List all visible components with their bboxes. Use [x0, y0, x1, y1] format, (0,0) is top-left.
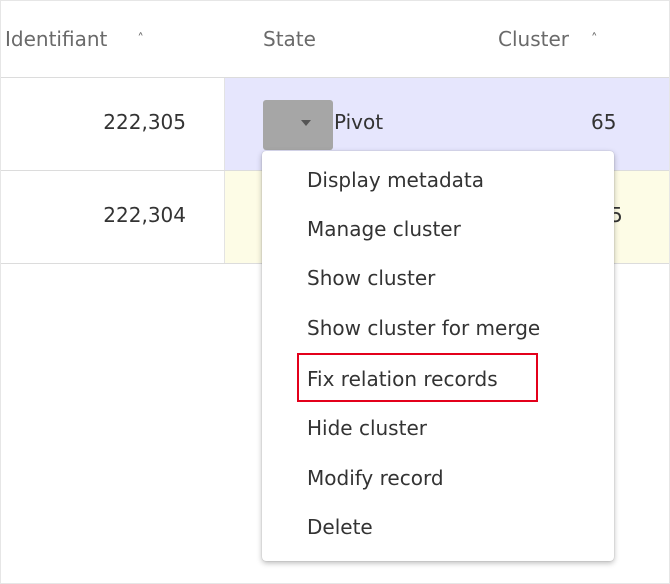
- menu-item-modify-record[interactable]: Modify record: [307, 465, 444, 491]
- state-dropdown-button[interactable]: [263, 100, 333, 150]
- menu-item-show-cluster[interactable]: Show cluster: [307, 265, 435, 291]
- menu-item-fix-relation-records[interactable]: Fix relation records: [307, 366, 498, 392]
- cluster-value: 65: [591, 110, 617, 134]
- cell-identifiant: 222,304: [1, 171, 225, 263]
- menu-item-delete[interactable]: Delete: [307, 514, 373, 540]
- column-header-state[interactable]: State: [263, 27, 316, 51]
- menu-item-hide-cluster[interactable]: Hide cluster: [307, 415, 427, 441]
- column-header-cluster[interactable]: Cluster ˄: [498, 27, 598, 51]
- column-header-identifiant[interactable]: Identifiant ˄: [5, 27, 144, 51]
- identifiant-value: 222,305: [103, 110, 186, 134]
- state-value: Pivot: [334, 110, 384, 134]
- menu-item-show-cluster-for-merge[interactable]: Show cluster for merge: [307, 315, 540, 341]
- chevron-up-icon[interactable]: ˄: [591, 32, 598, 47]
- menu-item-manage-cluster[interactable]: Manage cluster: [307, 216, 461, 242]
- menu-item-display-metadata[interactable]: Display metadata: [307, 167, 484, 193]
- column-header-label: State: [263, 27, 316, 51]
- context-menu: Display metadata Manage cluster Show clu…: [262, 151, 614, 561]
- identifiant-value: 222,304: [103, 203, 186, 227]
- cell-identifiant: 222,305: [1, 78, 225, 170]
- table-header: Identifiant ˄ State Cluster ˄: [1, 1, 669, 78]
- chevron-up-icon[interactable]: ˄: [137, 32, 144, 47]
- caret-down-icon: [301, 120, 311, 126]
- table-frame: Identifiant ˄ State Cluster ˄ 222,305 Pivo…: [0, 0, 670, 584]
- column-header-label: Cluster: [498, 27, 569, 51]
- column-header-label: Identifiant: [5, 27, 108, 51]
